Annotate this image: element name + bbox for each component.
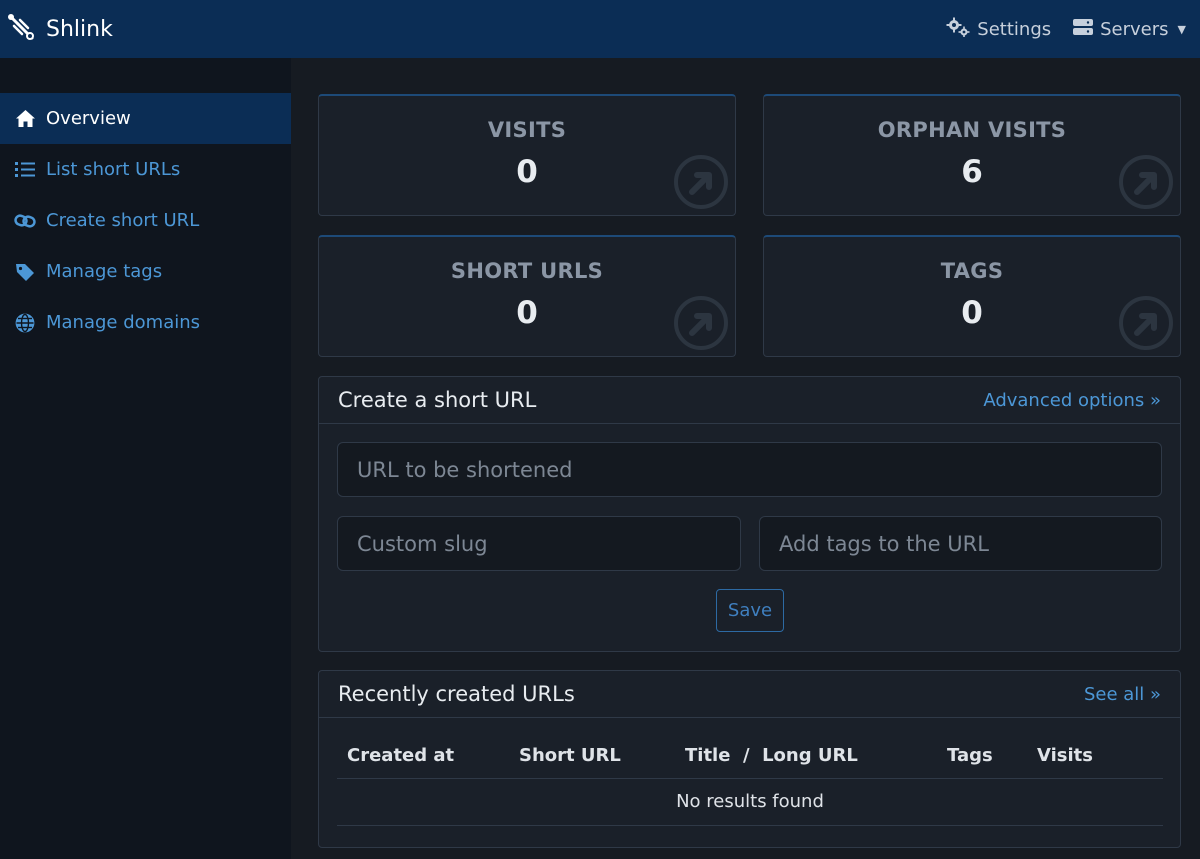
stat-label: VISITS — [487, 118, 567, 142]
column-header-title-long-url: Title / Long URL — [675, 733, 937, 779]
custom-slug-input[interactable] — [337, 516, 741, 571]
create-short-url-card: Create a short URL Advanced options » Sa… — [318, 376, 1181, 652]
stat-label: SHORT URLS — [450, 259, 604, 283]
card-header: Recently created URLs See all » — [319, 671, 1180, 718]
cogs-icon — [946, 17, 970, 42]
empty-message: No results found — [337, 778, 1163, 826]
servers-label: Servers — [1100, 18, 1169, 40]
sidebar-item-label: Create short URL — [46, 210, 200, 231]
visits-card[interactable]: VISITS 0 — [318, 94, 736, 216]
top-navbar: Shlink Settings Servers ▼ — [0, 0, 1200, 58]
tags-icon — [14, 261, 36, 283]
settings-link[interactable]: Settings — [946, 17, 1051, 42]
home-icon — [14, 108, 36, 130]
column-header-created-at: Created at — [337, 733, 509, 779]
shlink-logo-icon — [6, 12, 36, 46]
server-icon — [1073, 18, 1094, 41]
card-header: Create a short URL Advanced options » — [319, 377, 1180, 424]
table-row: No results found — [337, 778, 1163, 826]
advanced-options-link[interactable]: Advanced options » — [983, 390, 1161, 411]
card-title: Create a short URL — [338, 388, 537, 412]
list-icon — [14, 159, 36, 181]
save-button[interactable]: Save — [716, 589, 784, 632]
sidebar-item-label: Manage tags — [46, 261, 163, 282]
caret-down-icon: ▼ — [1177, 22, 1186, 36]
tags-card[interactable]: TAGS 0 — [763, 235, 1181, 357]
stat-label: TAGS — [940, 259, 1004, 283]
column-header-visits: Visits — [1027, 733, 1163, 779]
external-link-icon — [1119, 155, 1173, 209]
see-all-link[interactable]: See all » — [1084, 684, 1161, 705]
sidebar-item-label: Manage domains — [46, 312, 201, 333]
link-icon — [14, 210, 36, 232]
table-header-row: Created at Short URL Title / Long URL Ta… — [337, 733, 1163, 779]
stat-label: ORPHAN VISITS — [877, 118, 1067, 142]
recent-urls-card: Recently created URLs See all » Created … — [318, 670, 1181, 848]
sidebar-item-label: List short URLs — [46, 159, 181, 180]
sidebar: Overview List short URLs Create short UR… — [0, 58, 291, 859]
sidebar-item-create-short-url[interactable]: Create short URL — [0, 195, 291, 246]
brand[interactable]: Shlink — [6, 12, 113, 46]
card-title: Recently created URLs — [338, 682, 575, 706]
column-header-short-url: Short URL — [509, 733, 675, 779]
sidebar-item-overview[interactable]: Overview — [0, 93, 291, 144]
short-urls-card[interactable]: SHORT URLS 0 — [318, 235, 736, 357]
main-content: VISITS 0 ORPHAN VISITS 6 SHORT URLS 0 TA… — [291, 58, 1200, 859]
servers-dropdown[interactable]: Servers ▼ — [1073, 18, 1186, 41]
external-link-icon — [674, 296, 728, 350]
globe-icon — [14, 312, 36, 334]
orphan-visits-card[interactable]: ORPHAN VISITS 6 — [763, 94, 1181, 216]
tags-input[interactable] — [759, 516, 1162, 571]
external-link-icon — [1119, 296, 1173, 350]
app-title: Shlink — [46, 16, 113, 42]
url-input[interactable] — [337, 442, 1162, 497]
sidebar-item-manage-domains[interactable]: Manage domains — [0, 297, 291, 348]
column-header-tags: Tags — [937, 733, 1027, 779]
recent-urls-table: Created at Short URL Title / Long URL Ta… — [337, 733, 1163, 826]
sidebar-item-manage-tags[interactable]: Manage tags — [0, 246, 291, 297]
sidebar-item-list-short-urls[interactable]: List short URLs — [0, 144, 291, 195]
settings-label: Settings — [977, 18, 1052, 40]
sidebar-item-label: Overview — [46, 108, 131, 129]
external-link-icon — [674, 155, 728, 209]
